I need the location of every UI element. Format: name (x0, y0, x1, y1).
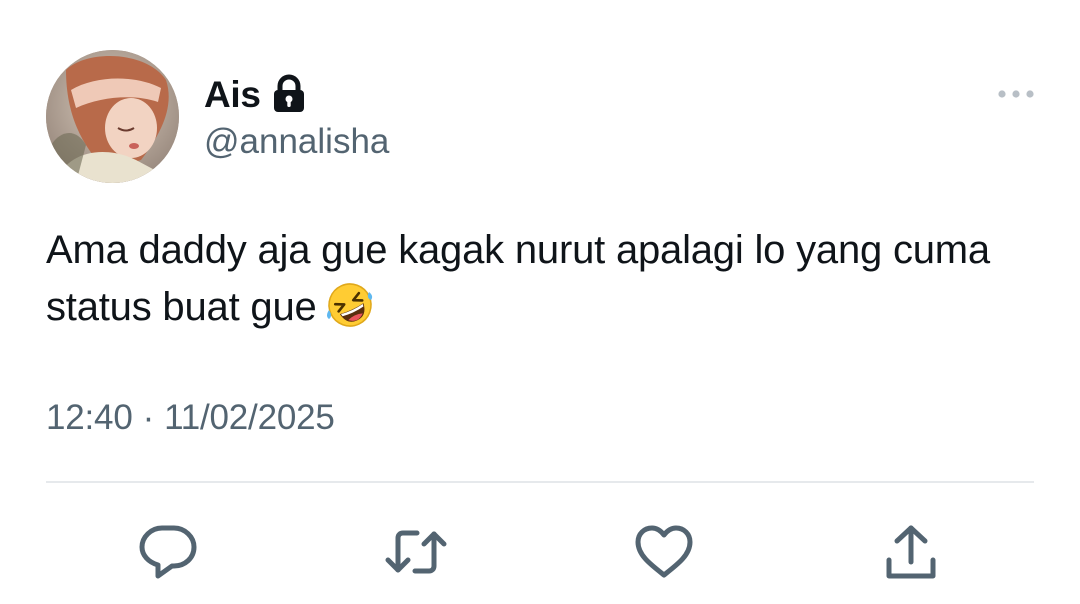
timestamp-separator: · (142, 398, 155, 437)
avatar[interactable] (46, 50, 179, 183)
share-icon (879, 520, 943, 584)
retweet-icon (384, 520, 448, 584)
tweet-timestamp[interactable]: 12:40 · 11/02/2025 (46, 398, 335, 438)
lock-icon (271, 74, 307, 114)
like-button[interactable] (632, 520, 696, 584)
author-handle[interactable]: @annalisha (204, 122, 389, 162)
tweet-text-content: Ama daddy aja gue kagak nurut apalagi lo… (46, 228, 990, 329)
tweet-text: Ama daddy aja gue kagak nurut apalagi lo… (46, 222, 1026, 336)
divider (46, 481, 1034, 483)
heart-icon (632, 520, 696, 584)
display-name[interactable]: Ais (204, 74, 261, 116)
reply-icon (136, 520, 200, 584)
avatar-image (46, 50, 179, 183)
author-name-row: Ais (204, 70, 307, 120)
tweet-date: 11/02/2025 (164, 398, 335, 437)
more-options-icon[interactable] (996, 86, 1036, 102)
rolling-laughing-emoji-icon (325, 280, 375, 330)
reply-button[interactable] (136, 520, 200, 584)
tweet-time: 12:40 (46, 398, 133, 437)
share-button[interactable] (879, 520, 943, 584)
tweet-card: Ais @annalisha Ama daddy aja gue kagak n… (0, 0, 1080, 604)
retweet-button[interactable] (384, 520, 448, 584)
